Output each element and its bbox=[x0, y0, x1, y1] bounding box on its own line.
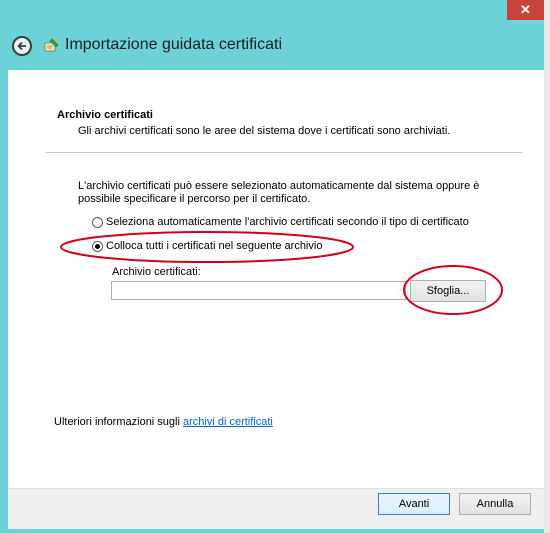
store-field-input[interactable] bbox=[111, 281, 406, 300]
desktop-edge bbox=[544, 0, 550, 533]
radio-manual-row[interactable]: Colloca tutti i certificati nel seguente… bbox=[92, 240, 322, 252]
store-field-label: Archivio certificati: bbox=[112, 266, 201, 278]
radio-auto[interactable] bbox=[92, 216, 103, 228]
page-description: Gli archivi certificati sono le aree del… bbox=[78, 125, 451, 137]
radio-manual-label[interactable]: Colloca tutti i certificati nel seguente… bbox=[106, 240, 322, 252]
back-arrow-icon bbox=[17, 41, 26, 51]
page-title: Archivio certificati bbox=[57, 109, 153, 121]
close-button[interactable]: ✕ bbox=[507, 0, 544, 20]
cancel-button[interactable]: Annulla bbox=[459, 493, 531, 515]
certificate-wizard-icon bbox=[44, 38, 59, 52]
header-divider bbox=[46, 152, 522, 153]
radio-manual[interactable] bbox=[92, 240, 103, 252]
browse-button[interactable]: Sfoglia... bbox=[410, 280, 486, 302]
info-prefix: Ulteriori informazioni sugli bbox=[54, 416, 183, 428]
close-icon: ✕ bbox=[520, 2, 531, 17]
intro-paragraph: L'archivio certificati può essere selezi… bbox=[78, 180, 480, 205]
store-help-link[interactable]: archivi di certificati bbox=[183, 416, 273, 428]
window-title: Importazione guidata certificati bbox=[65, 36, 282, 53]
radio-auto-label[interactable]: Seleziona automaticamente l'archivio cer… bbox=[106, 216, 469, 228]
next-button[interactable]: Avanti bbox=[378, 493, 450, 515]
back-button[interactable] bbox=[12, 36, 32, 56]
radio-auto-row[interactable]: Seleziona automaticamente l'archivio cer… bbox=[92, 216, 469, 228]
info-line: Ulteriori informazioni sugli archivi di … bbox=[54, 416, 273, 428]
